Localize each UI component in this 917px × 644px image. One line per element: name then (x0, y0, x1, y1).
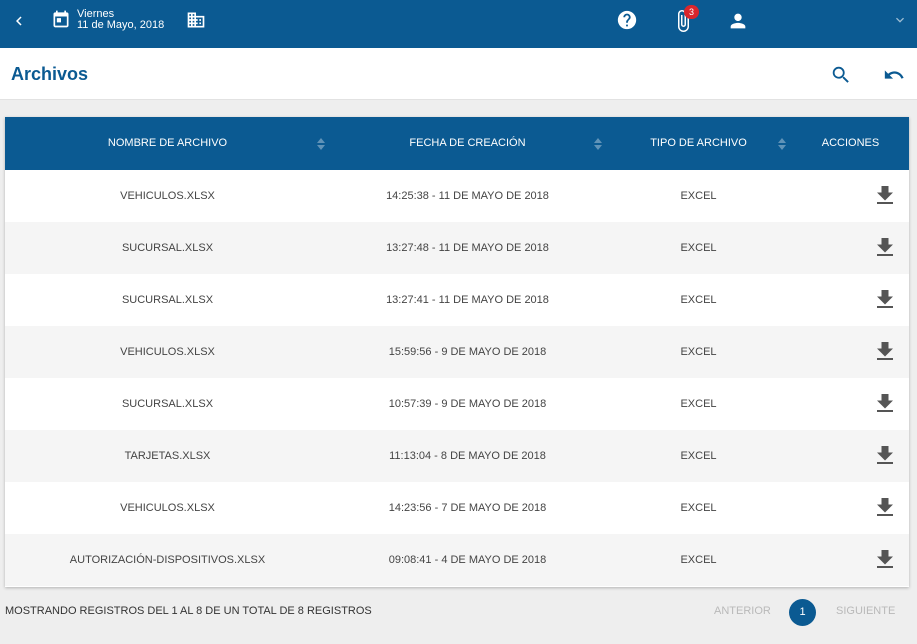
column-header-label: NOMBRE DE ARCHIVO (107, 137, 228, 149)
page-title: Archivos (11, 64, 89, 84)
column-header-actions: ACCIONES (792, 117, 909, 170)
pagination-previous[interactable]: ANTERIOR (714, 605, 771, 617)
file-name: VEHICULOS.XLSX (120, 346, 215, 358)
table-row: TARJETAS.XLSX 11:13:04 - 8 DE MAYO DE 20… (5, 430, 909, 482)
column-header-created[interactable]: FECHA DE CREACIÓN (330, 117, 605, 170)
pagination-page-1[interactable]: 1 (789, 599, 816, 626)
file-name: AUTORIZACIÓN-DISPOSITIVOS.XLSX (69, 554, 266, 566)
date-full: 11 de Mayo, 2018 (77, 19, 165, 31)
file-name: TARJETAS.XLSX (124, 450, 211, 462)
file-type: EXCEL (680, 398, 717, 410)
search-icon[interactable] (830, 64, 852, 86)
file-name: SUCURSAL.XLSX (121, 242, 214, 254)
table-row: SUCURSAL.XLSX 13:27:41 - 11 DE MAYO DE 2… (5, 274, 909, 326)
file-name: VEHICULOS.XLSX (120, 190, 215, 202)
download-icon[interactable] (877, 290, 893, 308)
column-header-label: TIPO DE ARCHIVO (650, 137, 747, 149)
file-type: EXCEL (680, 346, 717, 358)
pagination-next[interactable]: SIGUIENTE (836, 605, 895, 617)
table-row: VEHICULOS.XLSX 14:25:38 - 11 DE MAYO DE … (5, 170, 909, 222)
calendar-icon (53, 10, 69, 28)
download-icon[interactable] (877, 394, 893, 412)
file-name: VEHICULOS.XLSX (120, 502, 215, 514)
user-icon[interactable] (727, 10, 749, 32)
file-created: 14:25:38 - 11 DE MAYO DE 2018 (386, 190, 549, 202)
download-icon[interactable] (877, 186, 893, 204)
column-header-file-name[interactable]: NOMBRE DE ARCHIVO (5, 117, 330, 170)
table-header: NOMBRE DE ARCHIVO FECHA DE CREACIÓN TIPO… (5, 117, 909, 170)
file-name: SUCURSAL.XLSX (121, 294, 214, 306)
file-created: 13:27:41 - 11 DE MAYO DE 2018 (386, 294, 549, 306)
sort-icon[interactable] (317, 138, 325, 150)
download-icon[interactable] (877, 446, 893, 464)
file-name: SUCURSAL.XLSX (121, 398, 214, 410)
undo-icon[interactable] (882, 64, 906, 86)
sort-icon[interactable] (778, 138, 786, 150)
table-row: SUCURSAL.XLSX 13:27:48 - 11 DE MAYO DE 2… (5, 222, 909, 274)
back-arrow-icon[interactable] (10, 12, 28, 30)
column-header-type[interactable]: TIPO DE ARCHIVO (605, 117, 792, 170)
file-type: EXCEL (680, 242, 717, 254)
chevron-down-icon[interactable] (892, 12, 908, 28)
table-row: VEHICULOS.XLSX 14:23:56 - 7 DE MAYO DE 2… (5, 482, 909, 534)
download-icon[interactable] (877, 498, 893, 516)
file-created: 09:08:41 - 4 DE MAYO DE 2018 (388, 554, 547, 566)
download-icon[interactable] (877, 238, 893, 256)
page-header: Archivos (0, 48, 917, 100)
column-header-label: FECHA DE CREACIÓN (409, 137, 526, 149)
download-icon[interactable] (877, 550, 893, 568)
file-type: EXCEL (680, 554, 717, 566)
file-created: 14:23:56 - 7 DE MAYO DE 2018 (388, 502, 547, 514)
file-type: EXCEL (680, 502, 717, 514)
top-bar: Viernes 11 de Mayo, 2018 3 (0, 0, 917, 48)
records-summary: MOSTRANDO REGISTROS DEL 1 AL 8 DE UN TOT… (5, 605, 372, 617)
files-table: NOMBRE DE ARCHIVO FECHA DE CREACIÓN TIPO… (5, 117, 909, 587)
table-row: AUTORIZACIÓN-DISPOSITIVOS.XLSX 09:08:41 … (5, 534, 909, 586)
sort-icon[interactable] (594, 138, 602, 150)
table-row: SUCURSAL.XLSX 10:57:39 - 9 DE MAYO DE 20… (5, 378, 909, 430)
file-type: EXCEL (680, 450, 717, 462)
file-type: EXCEL (680, 190, 717, 202)
building-icon[interactable] (185, 10, 207, 30)
download-icon[interactable] (877, 342, 893, 360)
file-created: 10:57:39 - 9 DE MAYO DE 2018 (388, 398, 547, 410)
notification-badge: 3 (684, 5, 699, 19)
current-date: Viernes 11 de Mayo, 2018 (77, 9, 164, 31)
help-icon[interactable] (616, 9, 638, 31)
column-header-label: ACCIONES (821, 137, 880, 149)
file-type: EXCEL (680, 294, 717, 306)
file-created: 11:13:04 - 8 DE MAYO DE 2018 (389, 450, 546, 462)
table-row: VEHICULOS.XLSX 15:59:56 - 9 DE MAYO DE 2… (5, 326, 909, 378)
file-created: 15:59:56 - 9 DE MAYO DE 2018 (388, 346, 547, 358)
file-created: 13:27:48 - 11 DE MAYO DE 2018 (386, 242, 549, 254)
